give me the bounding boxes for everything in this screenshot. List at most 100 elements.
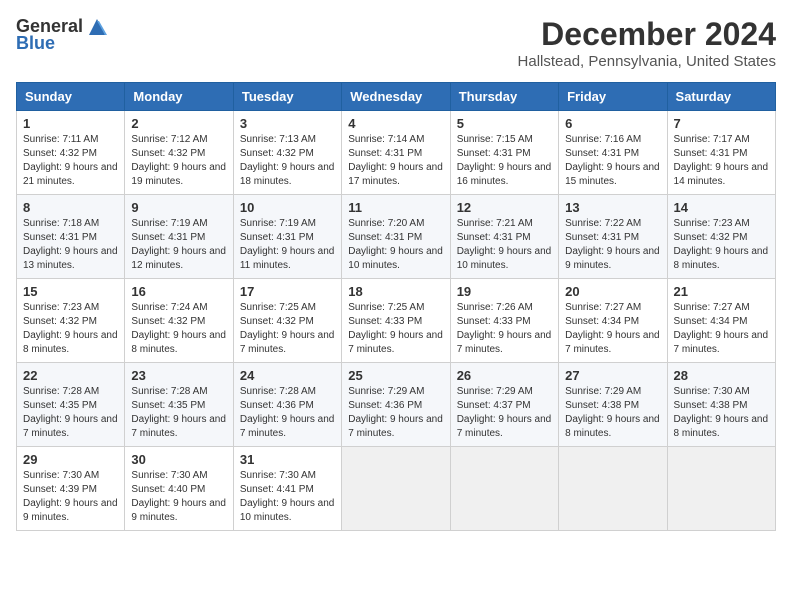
day-number: 16 xyxy=(131,284,226,299)
day-info: Sunrise: 7:25 AMSunset: 4:33 PMDaylight:… xyxy=(348,301,443,357)
day-info: Sunrise: 7:16 AMSunset: 4:31 PMDaylight:… xyxy=(565,133,660,189)
calendar-cell: 21 Sunrise: 7:27 AMSunset: 4:34 PMDayligh… xyxy=(667,279,775,363)
day-info: Sunrise: 7:30 AMSunset: 4:39 PMDaylight:… xyxy=(23,469,118,525)
calendar-cell: 14 Sunrise: 7:23 AMSunset: 4:32 PMDayligh… xyxy=(667,195,775,279)
day-info: Sunrise: 7:12 AMSunset: 4:32 PMDaylight:… xyxy=(131,133,226,189)
day-info: Sunrise: 7:27 AMSunset: 4:34 PMDaylight:… xyxy=(565,301,660,357)
calendar-cell: 17 Sunrise: 7:25 AMSunset: 4:32 PMDayligh… xyxy=(233,279,341,363)
day-header-wednesday: Wednesday xyxy=(342,83,450,111)
calendar-week-row: 1 Sunrise: 7:11 AMSunset: 4:32 PMDaylight… xyxy=(17,111,776,195)
logo: General Blue xyxy=(16,16,109,54)
day-header-saturday: Saturday xyxy=(667,83,775,111)
day-number: 13 xyxy=(565,200,660,215)
logo-icon xyxy=(85,17,109,37)
day-info: Sunrise: 7:30 AMSunset: 4:41 PMDaylight:… xyxy=(240,469,335,525)
day-number: 23 xyxy=(131,368,226,383)
calendar-cell: 27Sunrise: 7:29 AMSunset: 4:38 PMDayligh… xyxy=(559,363,667,447)
calendar-cell: 6 Sunrise: 7:16 AMSunset: 4:31 PMDaylight… xyxy=(559,111,667,195)
calendar-cell: 13 Sunrise: 7:22 AMSunset: 4:31 PMDayligh… xyxy=(559,195,667,279)
calendar-cell xyxy=(450,447,558,531)
day-number: 6 xyxy=(565,116,660,131)
day-number: 17 xyxy=(240,284,335,299)
calendar-cell xyxy=(667,447,775,531)
calendar-cell xyxy=(559,447,667,531)
calendar-cell: 16 Sunrise: 7:24 AMSunset: 4:32 PMDayligh… xyxy=(125,279,233,363)
day-number: 28 xyxy=(674,368,769,383)
day-info: Sunrise: 7:25 AMSunset: 4:32 PMDaylight:… xyxy=(240,301,335,357)
day-info: Sunrise: 7:11 AMSunset: 4:32 PMDaylight:… xyxy=(23,133,118,189)
calendar-week-row: 8 Sunrise: 7:18 AMSunset: 4:31 PMDaylight… xyxy=(17,195,776,279)
day-number: 3 xyxy=(240,116,335,131)
calendar-cell: 22Sunrise: 7:28 AMSunset: 4:35 PMDayligh… xyxy=(17,363,125,447)
calendar-cell: 23 Sunrise: 7:28 AMSunset: 4:35 PMDayligh… xyxy=(125,363,233,447)
day-info: Sunrise: 7:26 AMSunset: 4:33 PMDaylight:… xyxy=(457,301,552,357)
day-info: Sunrise: 7:19 AMSunset: 4:31 PMDaylight:… xyxy=(131,217,226,273)
calendar-cell: 9 Sunrise: 7:19 AMSunset: 4:31 PMDaylight… xyxy=(125,195,233,279)
day-number: 2 xyxy=(131,116,226,131)
day-header-sunday: Sunday xyxy=(17,83,125,111)
day-info: Sunrise: 7:28 AMSunset: 4:36 PMDaylight:… xyxy=(240,385,335,441)
day-number: 10 xyxy=(240,200,335,215)
day-number: 30 xyxy=(131,452,226,467)
calendar-cell: 29Sunrise: 7:30 AMSunset: 4:39 PMDayligh… xyxy=(17,447,125,531)
day-header-thursday: Thursday xyxy=(450,83,558,111)
day-number: 24 xyxy=(240,368,335,383)
calendar-cell: 25 Sunrise: 7:29 AMSunset: 4:36 PMDayligh… xyxy=(342,363,450,447)
day-info: Sunrise: 7:27 AMSunset: 4:34 PMDaylight:… xyxy=(674,301,769,357)
calendar-week-row: 29Sunrise: 7:30 AMSunset: 4:39 PMDayligh… xyxy=(17,447,776,531)
calendar-cell: 20 Sunrise: 7:27 AMSunset: 4:34 PMDayligh… xyxy=(559,279,667,363)
day-number: 20 xyxy=(565,284,660,299)
day-info: Sunrise: 7:14 AMSunset: 4:31 PMDaylight:… xyxy=(348,133,443,189)
day-header-friday: Friday xyxy=(559,83,667,111)
day-info: Sunrise: 7:22 AMSunset: 4:31 PMDaylight:… xyxy=(565,217,660,273)
calendar-cell: 8 Sunrise: 7:18 AMSunset: 4:31 PMDaylight… xyxy=(17,195,125,279)
day-info: Sunrise: 7:23 AMSunset: 4:32 PMDaylight:… xyxy=(674,217,769,273)
day-info: Sunrise: 7:19 AMSunset: 4:31 PMDaylight:… xyxy=(240,217,335,273)
calendar-table: SundayMondayTuesdayWednesdayThursdayFrid… xyxy=(16,82,776,531)
header: General Blue December 2024 Hallstead, Pe… xyxy=(16,16,776,70)
day-info: Sunrise: 7:18 AMSunset: 4:31 PMDaylight:… xyxy=(23,217,118,273)
calendar-cell xyxy=(342,447,450,531)
calendar-cell: 10 Sunrise: 7:19 AMSunset: 4:31 PMDayligh… xyxy=(233,195,341,279)
day-number: 8 xyxy=(23,200,118,215)
day-number: 14 xyxy=(674,200,769,215)
calendar-cell: 15Sunrise: 7:23 AMSunset: 4:32 PMDayligh… xyxy=(17,279,125,363)
calendar-cell: 12Sunrise: 7:21 AMSunset: 4:31 PMDayligh… xyxy=(450,195,558,279)
day-number: 12 xyxy=(457,200,552,215)
calendar-cell: 19 Sunrise: 7:26 AMSunset: 4:33 PMDayligh… xyxy=(450,279,558,363)
calendar-cell: 11Sunrise: 7:20 AMSunset: 4:31 PMDayligh… xyxy=(342,195,450,279)
title-area: December 2024 Hallstead, Pennsylvania, U… xyxy=(518,16,776,70)
day-number: 5 xyxy=(457,116,552,131)
calendar-cell: 28Sunrise: 7:30 AMSunset: 4:38 PMDayligh… xyxy=(667,363,775,447)
day-number: 11 xyxy=(348,200,443,215)
day-info: Sunrise: 7:24 AMSunset: 4:32 PMDaylight:… xyxy=(131,301,226,357)
day-header-tuesday: Tuesday xyxy=(233,83,341,111)
day-number: 7 xyxy=(674,116,769,131)
day-info: Sunrise: 7:29 AMSunset: 4:36 PMDaylight:… xyxy=(348,385,443,441)
day-number: 22 xyxy=(23,368,118,383)
logo-blue-text: Blue xyxy=(16,33,55,54)
day-number: 19 xyxy=(457,284,552,299)
day-number: 15 xyxy=(23,284,118,299)
day-number: 25 xyxy=(348,368,443,383)
day-number: 31 xyxy=(240,452,335,467)
day-number: 4 xyxy=(348,116,443,131)
month-title: December 2024 xyxy=(518,16,776,53)
calendar-cell: 7Sunrise: 7:17 AMSunset: 4:31 PMDaylight… xyxy=(667,111,775,195)
calendar-cell: 3Sunrise: 7:13 AMSunset: 4:32 PMDaylight… xyxy=(233,111,341,195)
calendar-header-row: SundayMondayTuesdayWednesdayThursdayFrid… xyxy=(17,83,776,111)
day-number: 9 xyxy=(131,200,226,215)
calendar-cell: 30Sunrise: 7:30 AMSunset: 4:40 PMDayligh… xyxy=(125,447,233,531)
calendar-cell: 2 Sunrise: 7:12 AMSunset: 4:32 PMDaylight… xyxy=(125,111,233,195)
day-number: 26 xyxy=(457,368,552,383)
calendar-cell: 31 Sunrise: 7:30 AMSunset: 4:41 PMDayligh… xyxy=(233,447,341,531)
day-info: Sunrise: 7:28 AMSunset: 4:35 PMDaylight:… xyxy=(131,385,226,441)
day-number: 1 xyxy=(23,116,118,131)
day-number: 18 xyxy=(348,284,443,299)
day-info: Sunrise: 7:29 AMSunset: 4:38 PMDaylight:… xyxy=(565,385,660,441)
day-info: Sunrise: 7:29 AMSunset: 4:37 PMDaylight:… xyxy=(457,385,552,441)
calendar-body: 1 Sunrise: 7:11 AMSunset: 4:32 PMDaylight… xyxy=(17,111,776,531)
calendar-cell: 4 Sunrise: 7:14 AMSunset: 4:31 PMDaylight… xyxy=(342,111,450,195)
day-number: 21 xyxy=(674,284,769,299)
calendar-cell: 5Sunrise: 7:15 AMSunset: 4:31 PMDaylight… xyxy=(450,111,558,195)
